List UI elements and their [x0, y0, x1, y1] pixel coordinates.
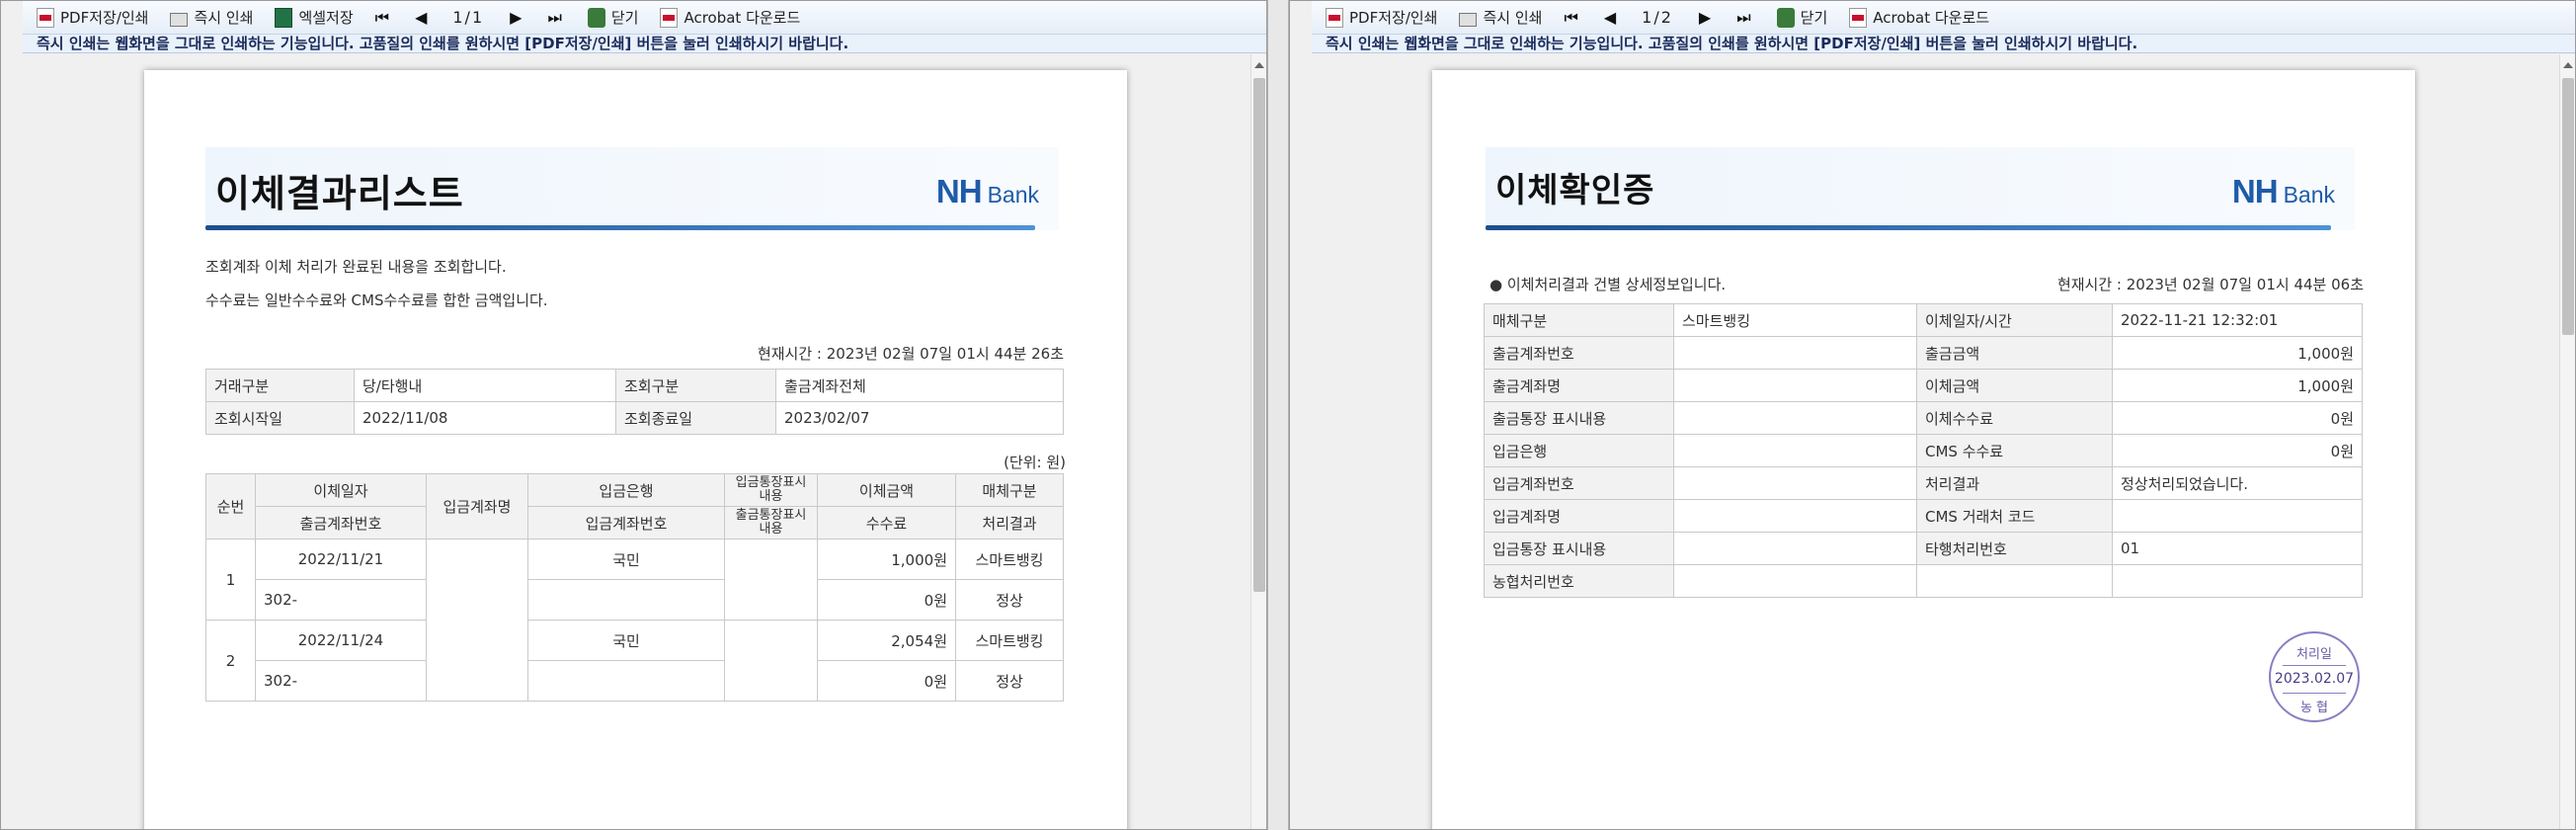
detail-row: 매체구분 스마트뱅킹 이체일자/시간 2022-11-21 12:32:01	[1484, 303, 2363, 337]
pane-divider[interactable]	[1267, 0, 1289, 830]
detail-row: 입금계좌명 CMS 거래처 코드	[1484, 499, 2363, 533]
description-line-2: 수수료는 일반수수료와 CMS수수료를 합한 금액입니다.	[205, 291, 548, 309]
unit-label: (단위: 원)	[1004, 454, 1066, 471]
detail-row: 입금통장 표시내용 타행처리번호 01	[1484, 532, 2363, 565]
acrobat-download-button[interactable]: Acrobat 다운로드	[660, 7, 800, 28]
report-viewer-left: PDF저장/인쇄 즉시 인쇄 엑셀저장 ⏮ ◀ 1/1 ▶ ⏭ 닫기 Acrob…	[0, 0, 1267, 830]
end-date-label: 조회종료일	[615, 401, 776, 435]
transfer-result-table: 순번 이체일자 입금계좌명 입금은행 입금통장표시내용 이체금액 매체구분 출금…	[205, 473, 1064, 702]
page-indicator: 1/1	[452, 8, 485, 27]
nh-bank-logo: NH Bank	[935, 173, 1039, 209]
last-page-button[interactable]: ⏭	[1736, 8, 1750, 28]
scroll-thumb[interactable]	[1253, 78, 1265, 592]
vertical-scrollbar[interactable]	[2559, 54, 2575, 829]
detail-row: 입금은행 CMS 수수료 0원	[1484, 434, 2363, 467]
start-date-label: 조회시작일	[205, 401, 355, 435]
close-button[interactable]: 닫기	[1776, 7, 1827, 28]
excel-icon	[275, 7, 293, 28]
viewer-toolbar: PDF저장/인쇄 즉시 인쇄 ⏮ ◀ 1/2 ▶ ⏭ 닫기 Acrobat 다운…	[1312, 1, 2575, 35]
pdf-save-button[interactable]: PDF저장/인쇄	[1326, 7, 1437, 28]
title-band: 이체확인증 NH Bank	[1486, 147, 2355, 230]
table-row: 302- 0원 정상	[206, 660, 1064, 702]
detail-row: 출금계좌번호 출금금액 1,000원	[1484, 336, 2363, 370]
col-fee: 수수료	[817, 506, 956, 540]
detail-row: 농협처리번호	[1484, 564, 2363, 598]
detail-row: 출금계좌명 이체금액 1,000원	[1484, 369, 2363, 402]
col-in-name: 입금계좌명	[426, 473, 528, 540]
prev-page-button[interactable]: ◀	[1604, 8, 1616, 27]
next-page-button[interactable]: ▶	[510, 8, 522, 27]
current-time: 현재시간 : 2023년 02월 07일 01시 44분 26초	[757, 345, 1064, 363]
current-time: 현재시간 : 2023년 02월 07일 01시 44분 06초	[2056, 276, 2364, 293]
close-icon	[1776, 7, 1795, 28]
confirmation-page: 이체확인증 NH Bank ● 이체처리결과 건별 상세정보입니다. 현재시간 …	[1432, 70, 2415, 829]
pdf-save-button[interactable]: PDF저장/인쇄	[37, 7, 148, 28]
print-button[interactable]: 즉시 인쇄	[1459, 7, 1542, 28]
first-page-button[interactable]: ⏮	[375, 8, 389, 28]
col-in-bank: 입금은행	[527, 473, 725, 507]
trade-type-label: 거래구분	[205, 369, 355, 402]
detail-row: 출금통장 표시내용 이체수수료 0원	[1484, 401, 2363, 435]
report-page: 이체결과리스트 NH Bank 조회계좌 이체 처리가 완료된 내용을 조회합니…	[144, 70, 1127, 829]
scroll-up-icon[interactable]	[1254, 62, 1264, 68]
transfer-detail-table: 매체구분 스마트뱅킹 이체일자/시간 2022-11-21 12:32:01 출…	[1484, 303, 2363, 598]
detail-row: 입금계좌번호 처리결과 정상처리되었습니다.	[1484, 466, 2363, 500]
acrobat-icon	[1849, 7, 1868, 28]
col-amount: 이체금액	[817, 473, 956, 507]
description-line-1: 조회계좌 이체 처리가 완료된 내용을 조회합니다.	[205, 258, 507, 276]
last-page-button[interactable]: ⏭	[547, 8, 561, 28]
col-date: 이체일자	[255, 473, 427, 507]
table-row: 302- 0원 정상	[206, 579, 1064, 621]
scroll-up-icon[interactable]	[2563, 62, 2573, 68]
page-title: 이체결과리스트	[215, 172, 464, 215]
report-viewer-right: PDF저장/인쇄 즉시 인쇄 ⏮ ◀ 1/2 ▶ ⏭ 닫기 Acrobat 다운…	[1289, 0, 2576, 830]
acrobat-icon	[660, 7, 679, 28]
close-button[interactable]: 닫기	[587, 7, 638, 28]
next-page-button[interactable]: ▶	[1699, 8, 1711, 27]
col-result: 처리결과	[955, 506, 1064, 540]
col-out-acct: 출금계좌번호	[255, 506, 427, 540]
pdf-icon	[37, 7, 54, 28]
scroll-thumb[interactable]	[2562, 78, 2574, 335]
excel-save-button[interactable]: 엑셀저장	[275, 7, 354, 28]
title-underline	[1486, 225, 2331, 230]
first-page-button[interactable]: ⏮	[1564, 8, 1577, 28]
title-band: 이체결과리스트 NH Bank	[205, 147, 1059, 230]
print-notice: 즉시 인쇄는 웹화면을 그대로 인쇄하는 기능입니다. 고품질의 인쇄를 원하시…	[1312, 35, 2575, 53]
printer-icon	[1459, 12, 1478, 27]
prev-page-button[interactable]: ◀	[415, 8, 427, 27]
acrobat-download-button[interactable]: Acrobat 다운로드	[1849, 7, 1989, 28]
viewer-toolbar: PDF저장/인쇄 즉시 인쇄 엑셀저장 ⏮ ◀ 1/1 ▶ ⏭ 닫기 Acrob…	[23, 1, 1266, 35]
page-indicator: 1/2	[1642, 8, 1673, 27]
title-underline	[205, 225, 1035, 230]
table-row: 2 2022/11/24 국민 2,054원 스마트뱅킹	[205, 620, 1064, 702]
trade-type-value: 당/타행내	[354, 369, 616, 402]
document-viewport: 이체결과리스트 NH Bank 조회계좌 이체 처리가 완료된 내용을 조회합니…	[23, 54, 1250, 829]
document-viewport: 이체확인증 NH Bank ● 이체처리결과 건별 상세정보입니다. 현재시간 …	[1312, 54, 2559, 829]
col-memo-out: 출금통장표시내용	[724, 506, 818, 540]
detail-description: ● 이체처리결과 건별 상세정보입니다.	[1489, 276, 1727, 293]
close-icon	[587, 7, 605, 28]
start-date-value: 2022/11/08	[354, 401, 616, 435]
col-seq: 순번	[205, 473, 256, 540]
table-row: 1 2022/11/21 국민 1,000원 스마트뱅킹	[205, 539, 1064, 702]
col-in-acct: 입금계좌번호	[527, 506, 725, 540]
query-conditions-table: 거래구분 당/타행내 조회구분 출금계좌전체 조회시작일 2022/11/08 …	[205, 369, 1064, 435]
pdf-icon	[1326, 7, 1343, 28]
print-notice: 즉시 인쇄는 웹화면을 그대로 인쇄하는 기능입니다. 고품질의 인쇄를 원하시…	[23, 35, 1266, 53]
print-button[interactable]: 즉시 인쇄	[170, 7, 253, 28]
query-type-value: 출금계좌전체	[775, 369, 1064, 402]
printer-icon	[170, 12, 189, 27]
end-date-value: 2023/02/07	[775, 401, 1064, 435]
page-title: 이체확인증	[1495, 171, 1655, 210]
vertical-scrollbar[interactable]	[1250, 54, 1266, 829]
query-type-label: 조회구분	[615, 369, 776, 402]
processing-seal: 처리일 2023.02.07 농 협	[2269, 631, 2360, 722]
col-memo-in: 입금통장표시내용	[724, 473, 818, 507]
col-media: 매체구분	[955, 473, 1064, 507]
nh-bank-logo: NH Bank	[2231, 173, 2335, 209]
